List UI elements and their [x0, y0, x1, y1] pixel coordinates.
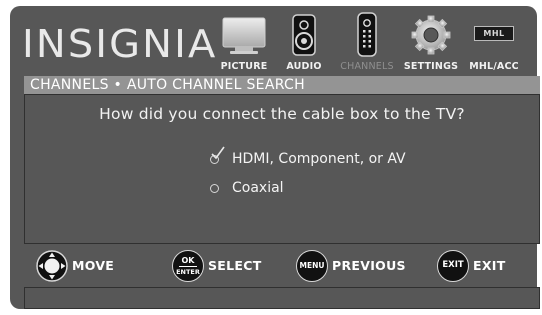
- content-panel: How did you connect the cable box to the…: [24, 94, 540, 244]
- hint-move-label: MOVE: [72, 258, 115, 273]
- tab-mhl-acc[interactable]: MHL MHL/ACC: [466, 8, 522, 74]
- tab-settings-label: SETTINGS: [403, 61, 459, 72]
- help-text-box: [24, 287, 540, 309]
- button-hint-bar: MOVE OK ENTER SELECT MENU PREVIOUS EXIT …: [24, 244, 540, 286]
- mhl-icon: MHL: [466, 12, 522, 58]
- hint-previous-label: PREVIOUS: [332, 258, 406, 273]
- tv-menu-screen: INSIGNIA PICTURE AUDIO CHANNELS SETTINGS…: [10, 6, 540, 309]
- check-icon: [211, 146, 225, 160]
- tab-settings[interactable]: SETTINGS: [402, 8, 460, 74]
- hint-select-label: SELECT: [208, 258, 262, 273]
- dpad-icon: [36, 250, 68, 282]
- tab-picture-label: PICTURE: [220, 61, 268, 72]
- mhl-badge-text: MHL: [474, 26, 514, 41]
- hint-exit-label: EXIT: [473, 258, 506, 273]
- tab-channels[interactable]: CHANNELS: [336, 8, 398, 74]
- tv-icon: [222, 17, 266, 54]
- insignia-logo: INSIGNIA: [22, 22, 218, 66]
- ok-text: OK: [181, 256, 195, 265]
- gear-icon: [411, 15, 451, 55]
- ok-enter-icon: OK ENTER: [172, 250, 204, 282]
- tab-picture[interactable]: PICTURE: [216, 8, 272, 74]
- speaker-icon: [292, 14, 316, 56]
- breadcrumb: CHANNELS • AUTO CHANNEL SEARCH: [24, 76, 540, 94]
- tab-mhl-acc-label: MHL/ACC: [469, 61, 519, 72]
- tab-audio[interactable]: AUDIO: [282, 8, 326, 74]
- option-label: Coaxial: [232, 180, 284, 196]
- exit-icon: EXIT: [437, 250, 469, 282]
- tab-channels-label: CHANNELS: [340, 61, 394, 72]
- menu-icon: MENU: [296, 250, 328, 282]
- question-text: How did you connect the cable box to the…: [99, 105, 465, 123]
- tab-audio-label: AUDIO: [286, 61, 322, 72]
- enter-text: ENTER: [176, 268, 200, 276]
- remote-icon: [357, 12, 377, 57]
- option-label: HDMI, Component, or AV: [232, 151, 406, 167]
- radio-unselected: [210, 184, 219, 193]
